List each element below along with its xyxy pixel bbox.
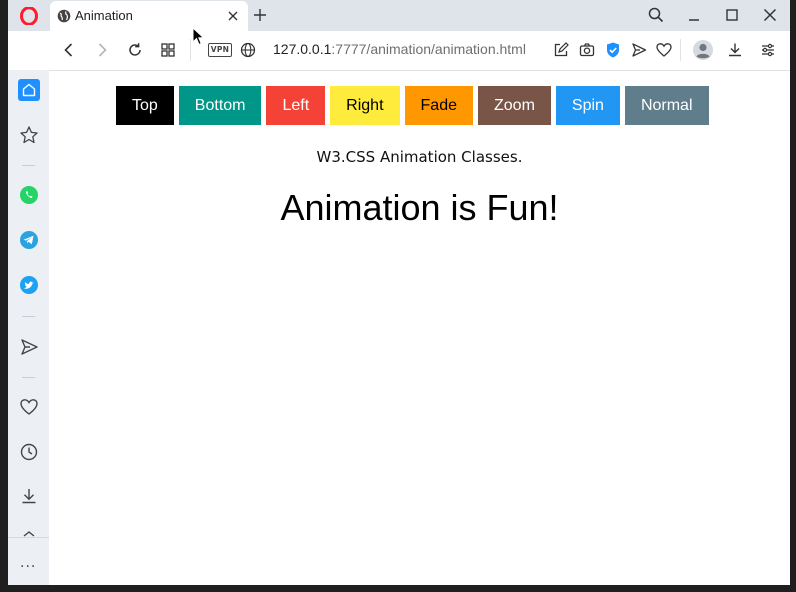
page-subtitle: W3.CSS Animation Classes. bbox=[316, 148, 523, 166]
sidebar-settings-ellipsis[interactable]: ··· bbox=[20, 559, 36, 575]
profile-avatar-icon[interactable] bbox=[692, 39, 714, 61]
easy-setup-sliders-icon[interactable] bbox=[759, 41, 777, 59]
tab-bar: Animation bbox=[8, 0, 790, 31]
sidebar: ··· bbox=[8, 70, 49, 585]
browser-window: Animation VPN 127.0.0.1:7777/animation/a… bbox=[8, 0, 790, 585]
twitter-icon[interactable] bbox=[18, 274, 40, 296]
close-tab-icon[interactable] bbox=[226, 9, 240, 23]
animate-left-button[interactable]: Left bbox=[266, 86, 326, 125]
snapshot-camera-icon[interactable] bbox=[578, 41, 596, 59]
search-tabs-icon[interactable] bbox=[647, 6, 665, 24]
site-info-globe-icon[interactable] bbox=[239, 41, 257, 59]
tab-title: Animation bbox=[75, 8, 133, 23]
url-host: 127.0.0.1 bbox=[273, 41, 332, 57]
history-clock-icon[interactable] bbox=[18, 441, 40, 463]
url-field[interactable]: 127.0.0.1:7777/animation/animation.html bbox=[273, 41, 526, 57]
whatsapp-icon[interactable] bbox=[18, 184, 40, 206]
opera-logo-icon[interactable] bbox=[20, 7, 38, 25]
toolbar-divider bbox=[190, 39, 191, 61]
url-path: :7777/animation/animation.html bbox=[331, 41, 526, 57]
reload-icon[interactable] bbox=[126, 41, 144, 59]
mouse-cursor-icon bbox=[192, 27, 205, 46]
download-icon[interactable] bbox=[726, 41, 744, 59]
forward-icon[interactable] bbox=[93, 41, 111, 59]
animate-normal-button[interactable]: Normal bbox=[624, 86, 709, 125]
maximize-icon[interactable] bbox=[723, 6, 741, 24]
adblock-shield-icon[interactable] bbox=[604, 41, 622, 59]
my-flow-send-icon[interactable] bbox=[18, 336, 40, 358]
sidebar-divider bbox=[22, 165, 35, 166]
animate-fade-button[interactable]: Fade bbox=[404, 86, 473, 125]
minimize-icon[interactable] bbox=[685, 6, 703, 24]
sidebar-divider bbox=[22, 316, 35, 317]
close-window-icon[interactable] bbox=[761, 6, 779, 24]
vpn-badge[interactable]: VPN bbox=[208, 43, 232, 57]
bookmarks-heart-icon[interactable] bbox=[18, 396, 40, 418]
send-flow-icon[interactable] bbox=[630, 41, 648, 59]
downloads-icon[interactable] bbox=[18, 485, 40, 507]
page-content: Top Bottom Left Right Fade Zoom Spin Normal W3.… bbox=[49, 71, 790, 585]
pinboard-icon[interactable] bbox=[18, 124, 40, 146]
animate-zoom-button[interactable]: Zoom bbox=[478, 86, 551, 125]
animate-spin-button[interactable]: Spin bbox=[555, 86, 620, 125]
bookmark-heart-icon[interactable] bbox=[655, 41, 673, 59]
new-tab-icon[interactable] bbox=[252, 7, 268, 23]
toolbar-divider bbox=[680, 39, 681, 61]
animation-button-row: Top Bottom Left Right Fade Zoom Spin Normal bbox=[116, 86, 709, 125]
sidebar-divider bbox=[22, 377, 35, 378]
home-speed-dial-icon[interactable] bbox=[18, 79, 40, 101]
edit-share-icon[interactable] bbox=[552, 41, 570, 59]
animated-headline: Animation is Fun! bbox=[280, 187, 559, 228]
back-icon[interactable] bbox=[60, 41, 78, 59]
tab-snapshot-grid-icon[interactable] bbox=[159, 41, 177, 59]
animate-bottom-button[interactable]: Bottom bbox=[178, 86, 262, 125]
animate-right-button[interactable]: Right bbox=[330, 86, 400, 125]
sidebar-divider bbox=[8, 537, 49, 538]
address-bar: VPN 127.0.0.1:7777/animation/animation.h… bbox=[8, 31, 790, 71]
globe-favicon-icon bbox=[57, 9, 71, 23]
tab-animation[interactable]: Animation bbox=[50, 1, 248, 31]
animate-top-button[interactable]: Top bbox=[116, 86, 174, 125]
telegram-icon[interactable] bbox=[18, 229, 40, 251]
